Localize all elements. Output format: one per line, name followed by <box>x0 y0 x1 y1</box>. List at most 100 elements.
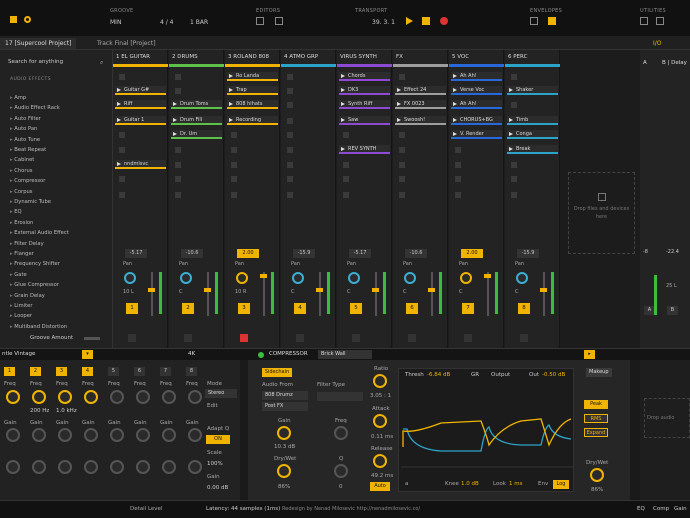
pencil-icon[interactable] <box>256 17 264 25</box>
tab-project-2[interactable]: Track Final [Project] <box>92 38 161 49</box>
clip-play-icon[interactable] <box>229 118 233 122</box>
clip[interactable]: Effect 24 <box>395 86 446 95</box>
track-activator[interactable]: 2 <box>182 303 194 314</box>
track-activator[interactable]: 3 <box>238 303 250 314</box>
groove-amount-slider[interactable] <box>84 337 100 340</box>
search-icon[interactable]: ⌕ <box>100 59 103 67</box>
eq-q-knob[interactable] <box>188 460 202 474</box>
release-knob[interactable] <box>373 454 387 468</box>
browser-item[interactable]: Flanger <box>10 251 34 257</box>
eq-gain-knob[interactable] <box>136 428 150 442</box>
clip[interactable]: Dr. Um <box>171 130 222 139</box>
browser-item[interactable]: Auto Pan <box>10 126 37 132</box>
eq-band-toggle[interactable]: 8 <box>186 367 197 376</box>
track-name[interactable]: 4 ATMO GRP <box>281 54 336 62</box>
clip[interactable]: Drum Fill <box>171 116 222 125</box>
pan-knob[interactable] <box>348 272 360 284</box>
envelope-icon[interactable] <box>530 17 538 25</box>
clip[interactable]: Ro Landa <box>227 72 278 81</box>
track-name[interactable]: 1 EL GUITAR <box>113 54 168 62</box>
volume-fader[interactable] <box>319 272 321 316</box>
empty-clip-slot[interactable] <box>399 74 405 80</box>
groove-value[interactable]: MIN <box>110 19 121 26</box>
browser-item[interactable]: Frequency Shifter <box>10 261 60 267</box>
empty-clip-slot[interactable] <box>287 88 293 94</box>
track-volume[interactable]: 2.00 <box>237 249 259 258</box>
volume-fader[interactable] <box>263 272 265 316</box>
eq-scale-value[interactable]: 100% <box>207 461 223 467</box>
return-b-volume[interactable]: -22.4 <box>666 249 679 255</box>
fader-cap[interactable] <box>316 288 323 292</box>
output-toggle[interactable]: Output <box>491 372 510 378</box>
empty-clip-slot[interactable] <box>455 192 461 198</box>
eq-band-toggle[interactable]: 4 <box>82 367 93 376</box>
clip-play-icon[interactable] <box>509 88 513 92</box>
empty-clip-slot[interactable] <box>287 176 293 182</box>
clip-play-icon[interactable] <box>453 88 457 92</box>
empty-clip-slot[interactable] <box>287 102 293 108</box>
track-activator[interactable]: 4 <box>294 303 306 314</box>
volume-fader[interactable] <box>431 272 433 316</box>
clip-play-icon[interactable] <box>509 147 513 151</box>
browser-item[interactable]: Glue Compressor <box>10 282 59 288</box>
eq-freq-knob[interactable] <box>6 390 20 404</box>
clip-play-icon[interactable] <box>453 74 457 78</box>
empty-clip-slot[interactable] <box>175 162 181 168</box>
empty-clip-slot[interactable] <box>287 74 293 80</box>
clip[interactable]: Synth Riff <box>339 100 390 109</box>
eq-q-knob[interactable] <box>136 460 150 474</box>
arm-button[interactable] <box>408 334 416 342</box>
audio-from-select[interactable]: 808 Drumz <box>262 391 308 400</box>
clip[interactable]: DK3 <box>339 86 390 95</box>
device-play-icon[interactable]: ▸ <box>584 350 595 359</box>
clip-play-icon[interactable] <box>397 102 401 106</box>
clip[interactable]: Conga <box>507 130 558 139</box>
empty-clip-slot[interactable] <box>399 176 405 182</box>
empty-clip-slot[interactable] <box>175 147 181 153</box>
empty-clip-slot[interactable] <box>455 147 461 153</box>
browser-item[interactable]: Limiter <box>10 303 32 309</box>
volume-fader[interactable] <box>207 272 209 316</box>
link-icon[interactable] <box>10 16 17 23</box>
clip-play-icon[interactable] <box>173 118 177 122</box>
pan-knob[interactable] <box>180 272 192 284</box>
empty-clip-slot[interactable] <box>287 192 293 198</box>
eq-preset-name[interactable]: ntle Vintage <box>2 351 35 357</box>
empty-clip-slot[interactable] <box>343 162 349 168</box>
return-a-volume[interactable]: -8 <box>643 249 648 255</box>
clip[interactable]: Riff <box>115 100 166 109</box>
clip-play-icon[interactable] <box>453 132 457 136</box>
eq-freq-knob[interactable] <box>58 390 72 404</box>
arm-button[interactable] <box>520 334 528 342</box>
clip-play-icon[interactable] <box>117 162 121 166</box>
pan-knob[interactable] <box>404 272 416 284</box>
clip-play-icon[interactable] <box>173 132 177 136</box>
clip[interactable]: nndmlsvc <box>115 160 166 169</box>
eq-mode-select[interactable]: Stereo <box>205 389 237 398</box>
eq-band-toggle[interactable]: 2 <box>30 367 41 376</box>
track-name[interactable]: VIRUS SYNTH <box>337 54 392 62</box>
peak-button[interactable]: Peak <box>584 400 608 409</box>
empty-clip-slot[interactable] <box>287 132 293 138</box>
pan-knob[interactable] <box>292 272 304 284</box>
clip-play-icon[interactable] <box>341 147 345 151</box>
eq-band-toggle[interactable]: 5 <box>108 367 119 376</box>
empty-clip-slot[interactable] <box>343 132 349 138</box>
clip[interactable]: Verse Voc <box>451 86 502 95</box>
clip-play-icon[interactable] <box>117 102 121 106</box>
browser-item[interactable]: Amp <box>10 95 26 101</box>
attack-knob[interactable] <box>373 414 387 428</box>
arm-button[interactable] <box>464 334 472 342</box>
track-volume[interactable]: -5.17 <box>349 249 371 258</box>
clip-play-icon[interactable] <box>509 118 513 122</box>
eq-gain-knob[interactable] <box>84 428 98 442</box>
browser-item[interactable]: Dynamic Tube <box>10 199 51 205</box>
clip[interactable]: Guitar G# <box>115 86 166 95</box>
browser-item[interactable]: Gate <box>10 272 26 278</box>
fader-cap[interactable] <box>540 288 547 292</box>
browser-item[interactable]: EQ <box>10 209 21 215</box>
track-name[interactable]: 3 ROLAND 808 <box>225 54 280 62</box>
eq-dropdown-icon[interactable]: ▾ <box>82 350 93 359</box>
empty-clip-slot[interactable] <box>287 162 293 168</box>
eq-gain-knob[interactable] <box>6 428 20 442</box>
